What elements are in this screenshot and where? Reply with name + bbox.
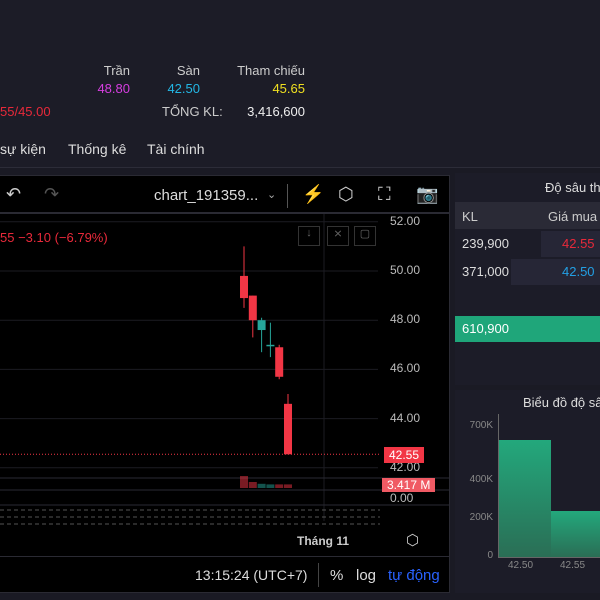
bid-kl-2: 371,000 — [462, 264, 509, 279]
volume-bar — [266, 484, 275, 488]
price-chart[interactable]: ↶ ↷ chart_191359... ⌄ ⚡ ⬡ ⛶ 📷 55 −3.10 (… — [0, 175, 450, 593]
bid-total: 610,900 — [462, 321, 509, 336]
thamchieu-label: Tham chiếu — [237, 63, 305, 78]
scroll-down-icon[interactable]: ↓ — [298, 226, 320, 246]
col-gia-mua: Giá mua — [548, 209, 598, 224]
tab-thong-ke[interactable]: Thống kê — [68, 141, 126, 157]
price-tick: 50.00 — [390, 263, 421, 277]
bid-kl-1: 239,900 — [462, 236, 509, 251]
log-toggle[interactable]: log — [356, 567, 376, 584]
tongkl-value: 3,416,600 — [247, 104, 305, 119]
thamchieu-value: 45.65 — [272, 81, 305, 96]
volume-bar — [275, 484, 284, 488]
percent-toggle[interactable]: % — [330, 567, 343, 584]
candle-body — [248, 295, 257, 321]
candle-body — [257, 320, 266, 331]
collapse-icon[interactable]: ⨯ — [327, 226, 349, 246]
candle-body — [240, 275, 248, 299]
reset-icon[interactable]: ▢ — [354, 226, 376, 246]
xtick-42-55: 42.55 — [560, 560, 586, 571]
price-tick: 46.00 — [390, 361, 421, 376]
candlestick-plot — [0, 214, 450, 525]
orderbook-title: Độ sâu th — [545, 180, 600, 195]
ytick-400k: 400K — [469, 474, 493, 485]
time-settings-icon[interactable]: ⬡ — [406, 531, 419, 549]
order-book: Độ sâu th KL Giá mua 239,900 42.55 371,0… — [455, 173, 600, 385]
bid-price-1[interactable]: 42.55 — [562, 236, 595, 251]
tran-value: 48.80 — [97, 81, 130, 96]
tongkl-label: TỔNG KL: — [162, 104, 223, 119]
volume-label: 3.417 M — [382, 478, 436, 492]
tran-label: Trần — [103, 63, 130, 78]
bid-price-2[interactable]: 42.50 — [562, 264, 595, 279]
time-axis-label: Tháng 11 — [297, 534, 350, 548]
price-tick: 44.00 — [390, 410, 421, 425]
volume-bar — [240, 476, 248, 488]
price-tick: 52.00 — [390, 213, 421, 228]
col-kl: KL — [462, 209, 478, 224]
candle-body — [284, 403, 292, 455]
candle-body — [275, 347, 284, 377]
clock: 13:15:24 (UTC+7) — [195, 567, 308, 583]
tab-su-kien[interactable]: sự kiện — [0, 141, 46, 157]
ytick-200k: 200K — [469, 512, 493, 523]
ytick-700k: 700K — [469, 420, 493, 431]
depth-bar-42-50 — [499, 440, 551, 557]
san-value: 42.50 — [167, 81, 200, 96]
stock-header: Trần 48.80 Sàn 42.50 Tham chiếu 45.65 55… — [0, 0, 600, 168]
san-label: Sàn — [176, 63, 200, 78]
volume-zero-tick: 0.00 — [390, 491, 414, 505]
volume-bar — [248, 482, 257, 488]
auto-toggle[interactable]: tự động — [388, 567, 440, 584]
depth-title: Biểu đồ độ sâ — [523, 395, 600, 410]
last-price-label: 42.55 — [384, 447, 425, 463]
volume-bar — [284, 484, 292, 488]
volume-bar — [257, 483, 266, 488]
price-tick: 48.00 — [390, 312, 421, 327]
depth-bar-42-55 — [551, 511, 600, 557]
candle-body — [266, 344, 275, 347]
depth-chart: Biểu đồ độ sâ 700K 400K 200K 0 42.50 42.… — [455, 390, 600, 593]
xtick-42-50: 42.50 — [508, 560, 534, 571]
tab-tai-chinh[interactable]: Tài chính — [147, 141, 205, 157]
ytick-0: 0 — [487, 550, 493, 561]
price-range: 55/45.00 — [0, 104, 51, 119]
